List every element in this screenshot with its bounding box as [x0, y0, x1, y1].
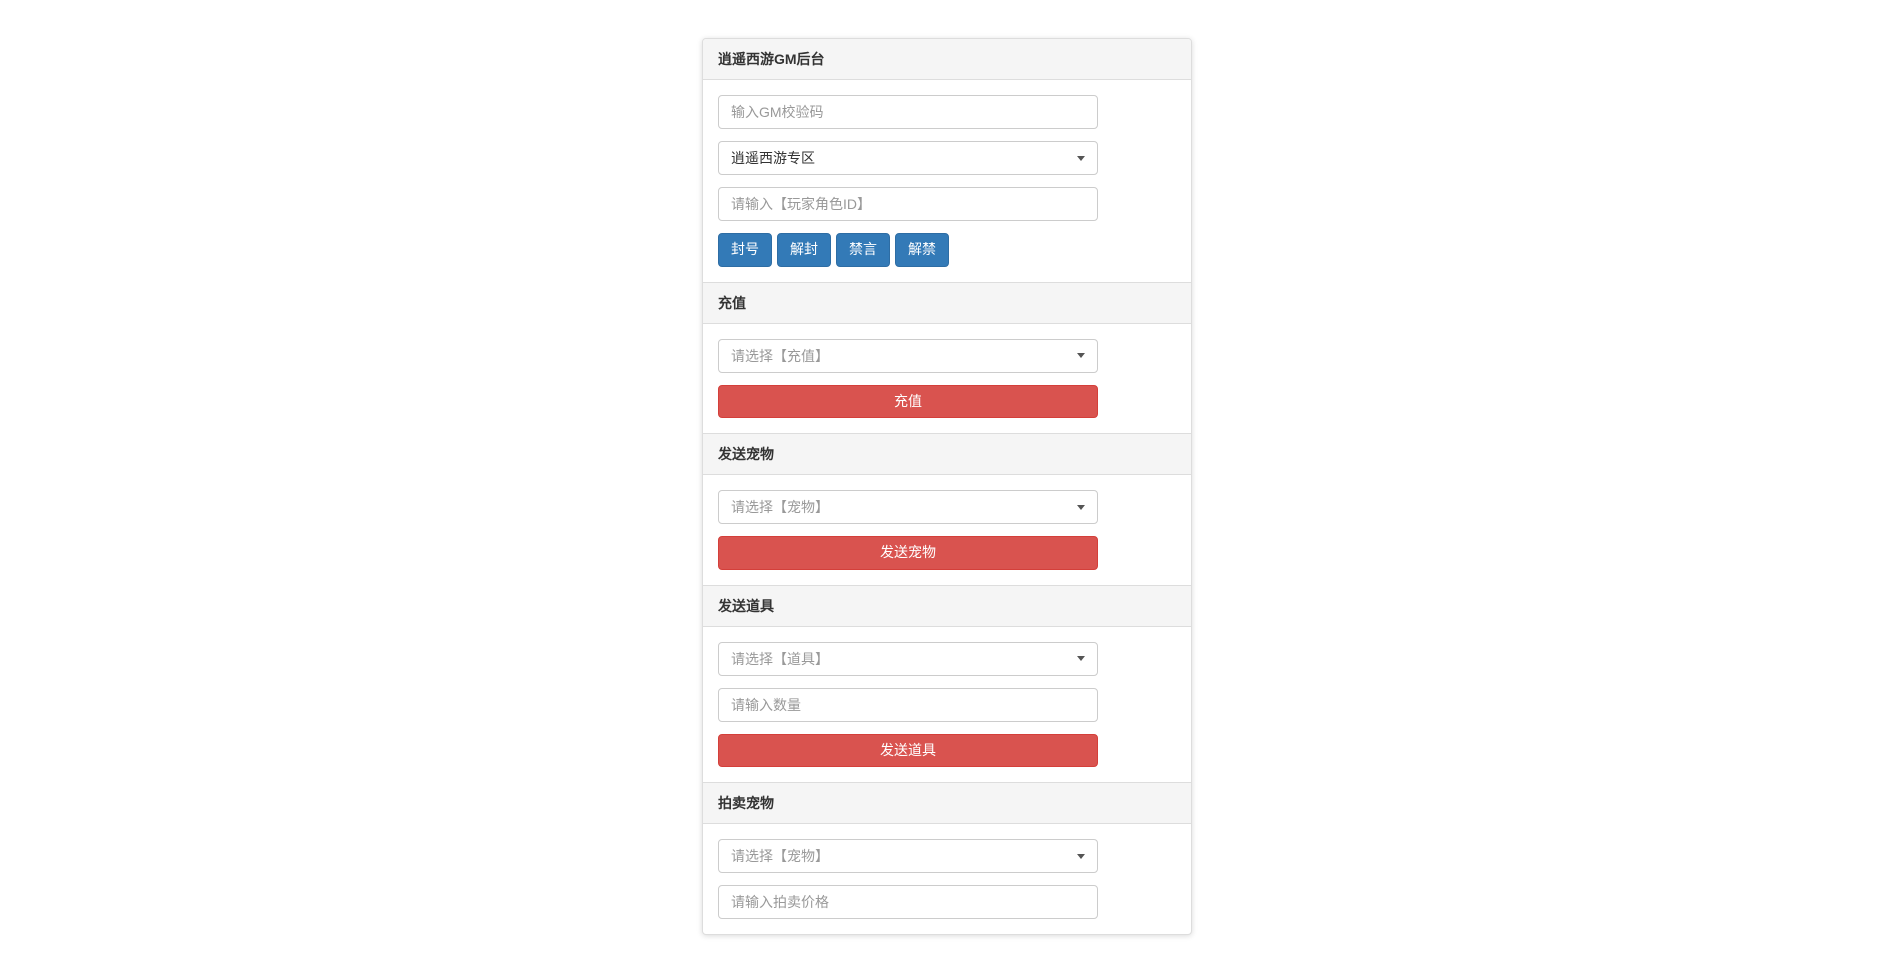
recharge-header: 充值 — [703, 282, 1191, 324]
pet-select-placeholder: 请选择【宠物】 — [731, 497, 829, 517]
recharge-button[interactable]: 充值 — [718, 385, 1098, 419]
send-pet-section: 发送宠物 请选择【宠物】 发送宠物 — [718, 433, 1176, 585]
pet-select[interactable]: 请选择【宠物】 — [718, 490, 1098, 524]
panel-title: 逍遥西游GM后台 — [703, 39, 1191, 80]
item-qty-input[interactable] — [718, 688, 1098, 722]
main-panel: 逍遥西游GM后台 逍遥西游专区 封号 解封 禁言 解禁 充值 — [702, 38, 1192, 935]
caret-down-icon — [1077, 505, 1085, 510]
auction-pet-section: 拍卖宠物 请选择【宠物】 — [718, 782, 1176, 919]
mute-button[interactable]: 禁言 — [836, 233, 890, 267]
server-select-group: 逍遥西游专区 — [718, 141, 1098, 175]
unban-button[interactable]: 解封 — [777, 233, 831, 267]
recharge-section: 充值 请选择【充值】 充值 — [718, 282, 1176, 434]
caret-down-icon — [1077, 656, 1085, 661]
action-button-row: 封号 解封 禁言 解禁 — [718, 233, 1176, 267]
player-id-input[interactable] — [718, 187, 1098, 221]
send-item-header: 发送道具 — [703, 585, 1191, 627]
auction-pet-header: 拍卖宠物 — [703, 782, 1191, 824]
item-select[interactable]: 请选择【道具】 — [718, 642, 1098, 676]
send-pet-header: 发送宠物 — [703, 433, 1191, 475]
caret-down-icon — [1077, 854, 1085, 859]
player-id-group — [718, 187, 1098, 221]
server-select[interactable]: 逍遥西游专区 — [718, 141, 1098, 175]
item-select-placeholder: 请选择【道具】 — [731, 649, 829, 669]
auction-pet-select-placeholder: 请选择【宠物】 — [731, 846, 829, 866]
recharge-select[interactable]: 请选择【充值】 — [718, 339, 1098, 373]
recharge-select-placeholder: 请选择【充值】 — [731, 346, 829, 366]
panel-body: 逍遥西游专区 封号 解封 禁言 解禁 充值 请选择【充值】 — [703, 80, 1191, 934]
server-select-value: 逍遥西游专区 — [731, 148, 815, 168]
auction-pet-select[interactable]: 请选择【宠物】 — [718, 839, 1098, 873]
send-pet-button[interactable]: 发送宠物 — [718, 536, 1098, 570]
send-item-section: 发送道具 请选择【道具】 发送道具 — [718, 585, 1176, 783]
caret-down-icon — [1077, 353, 1085, 358]
unmute-button[interactable]: 解禁 — [895, 233, 949, 267]
gm-code-group — [718, 95, 1098, 129]
auction-price-input[interactable] — [718, 885, 1098, 919]
gm-code-input[interactable] — [718, 95, 1098, 129]
caret-down-icon — [1077, 156, 1085, 161]
send-item-button[interactable]: 发送道具 — [718, 734, 1098, 768]
ban-button[interactable]: 封号 — [718, 233, 772, 267]
